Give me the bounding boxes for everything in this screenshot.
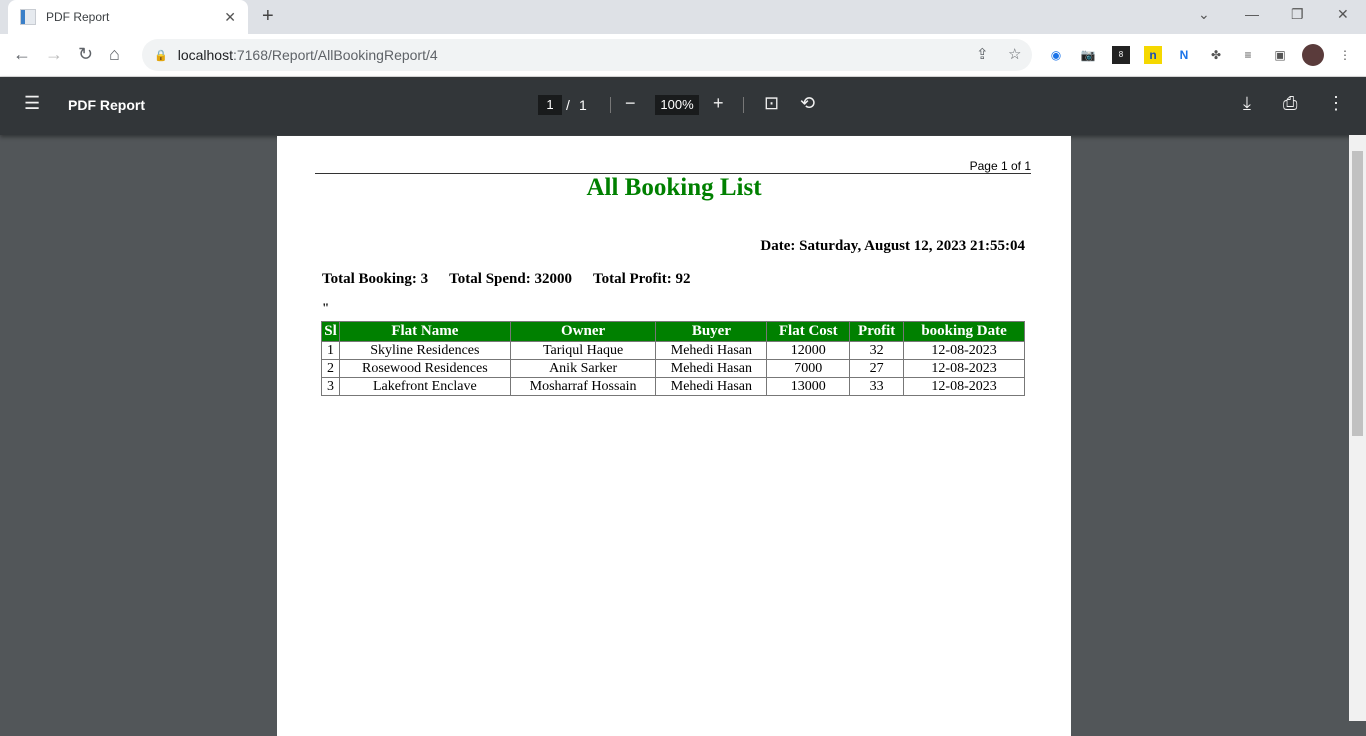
cell: Anik Sarker (509, 359, 657, 378)
pdf-page: Page 1 of 1 All Booking List Date: Satur… (277, 136, 1071, 736)
cell: Mehedi Hasan (655, 359, 768, 378)
restore-button[interactable]: ❐ (1291, 6, 1304, 23)
cell: 12000 (766, 341, 851, 360)
report-date: Date: Saturday, August 12, 2023 21:55:04 (760, 238, 1025, 254)
column-header: Flat Name (338, 321, 511, 342)
days-until-extension-icon[interactable]: 8 (1112, 46, 1130, 64)
tab-title: PDF Report (46, 10, 110, 24)
menu-icon[interactable]: ☰ (24, 93, 40, 114)
tab-search-icon[interactable]: ⌄ (1198, 6, 1210, 23)
page-separator: / (566, 97, 570, 113)
home-icon[interactable]: ⌂ (109, 44, 120, 65)
column-header: Profit (849, 321, 905, 342)
column-header: Owner (509, 321, 657, 342)
forward-icon[interactable]: → (45, 44, 63, 65)
print-icon[interactable]: ⎙ (1283, 93, 1297, 114)
cell: 27 (849, 359, 905, 378)
column-header: booking Date (903, 321, 1025, 342)
total-booking: Total Booking: 3 (322, 271, 429, 287)
table-row: 3 Lakefront Enclave Mosharraf Hossain Mehed… (321, 377, 1025, 396)
cell: 33 (849, 377, 905, 396)
address-bar[interactable]: 🔒 localhost:7168/Report/AllBookingReport… (142, 39, 1032, 71)
divider (610, 97, 611, 113)
cell: Rosewood Residences (338, 359, 511, 378)
zoom-out-icon[interactable]: − (625, 93, 636, 114)
tab-strip: PDF Report ✕ + ⌄ — ❐ ✕ (0, 0, 1366, 34)
back-icon[interactable]: ← (13, 44, 31, 65)
browser-menu-icon[interactable]: ⋮ (1336, 46, 1354, 64)
yellow-extension-icon[interactable]: n (1144, 46, 1162, 64)
cell: 12-08-2023 (903, 341, 1025, 360)
download-icon[interactable]: ⤓ (1243, 93, 1251, 114)
fit-page-icon[interactable]: ⊡ (764, 93, 779, 114)
cell: 12-08-2023 (903, 359, 1025, 378)
column-header: Buyer (655, 321, 768, 342)
total-pages: 1 (579, 97, 587, 113)
column-header: Flat Cost (766, 321, 851, 342)
cell: 13000 (766, 377, 851, 396)
pdf-title: PDF Report (68, 97, 145, 113)
cell: Tariqul Haque (509, 341, 657, 360)
n-extension-icon[interactable]: N (1175, 46, 1193, 64)
table-row: 1 Skyline Residences Tariqul Haque Mehedi H… (321, 341, 1025, 360)
zoom-input[interactable]: 100% (655, 95, 699, 115)
close-tab-icon[interactable]: ✕ (224, 9, 236, 26)
report-title: All Booking List (586, 174, 762, 201)
reload-icon[interactable]: ↻ (78, 44, 93, 65)
cell: 1 (321, 341, 340, 360)
tab-pdf-report[interactable]: PDF Report ✕ (8, 0, 248, 34)
total-spend: Total Spend: 32000 (449, 271, 572, 287)
stray-text: " (322, 300, 330, 315)
media-control-icon[interactable]: ≡ (1239, 46, 1257, 64)
booking-table: Sl Flat Name Owner Buyer Flat Cost Profi… (321, 321, 1025, 396)
page-label: Page 1 of 1 (969, 159, 1031, 173)
extensions-puzzle-icon[interactable]: ✤ (1207, 46, 1225, 64)
cell: 32 (849, 341, 905, 360)
table-header-row: Sl Flat Name Owner Buyer Flat Cost Profi… (321, 321, 1025, 342)
cell: 12-08-2023 (903, 377, 1025, 396)
profile-avatar[interactable] (1302, 44, 1324, 66)
browser-toolbar: ← → ↻ ⌂ 🔒 localhost:7168/Report/AllBooki… (0, 34, 1366, 77)
pdf-file-icon (20, 9, 36, 25)
cell: 2 (321, 359, 340, 378)
cell: Mosharraf Hossain (509, 377, 657, 396)
share-icon[interactable]: ⇪ (976, 45, 989, 63)
camera-icon[interactable]: 📷 (1079, 46, 1097, 64)
more-options-icon[interactable]: ⋮ (1327, 93, 1345, 114)
close-window-button[interactable]: ✕ (1337, 6, 1349, 23)
url-host: localhost (177, 47, 233, 63)
rotate-icon[interactable]: ⟲ (800, 93, 815, 114)
scrollbar[interactable] (1349, 135, 1366, 721)
side-panel-icon[interactable]: ▣ (1271, 46, 1289, 64)
cell: Mehedi Hasan (655, 341, 768, 360)
extension-badge: 8 (1118, 50, 1124, 59)
column-header: Sl (321, 321, 340, 342)
minimize-button[interactable]: — (1245, 6, 1259, 22)
extension-screen-icon[interactable]: ◉ (1047, 46, 1065, 64)
bookmark-star-icon[interactable]: ☆ (1008, 45, 1021, 63)
cell: Skyline Residences (338, 341, 511, 360)
new-tab-button[interactable]: + (262, 5, 274, 28)
total-profit: Total Profit: 92 (592, 271, 691, 287)
cell: 3 (321, 377, 340, 396)
url-path: :7168/Report/AllBookingReport/4 (232, 47, 438, 63)
zoom-in-icon[interactable]: + (713, 93, 724, 114)
table-row: 2 Rosewood Residences Anik Sarker Mehedi Ha… (321, 359, 1025, 378)
lock-icon: 🔒 (154, 49, 168, 62)
cell: Lakefront Enclave (338, 377, 511, 396)
totals-summary: Total Booking: 3 Total Spend: 32000 Tota… (322, 271, 690, 288)
page-number-input[interactable]: 1 (538, 95, 562, 115)
cell: Mehedi Hasan (655, 377, 768, 396)
cell: 7000 (766, 359, 851, 378)
scrollbar-thumb[interactable] (1352, 151, 1363, 436)
divider (743, 97, 744, 113)
pdf-toolbar: ☰ PDF Report 1 / 1 − 100% + ⊡ ⟲ ⤓ ⎙ ⋮ (0, 77, 1366, 135)
